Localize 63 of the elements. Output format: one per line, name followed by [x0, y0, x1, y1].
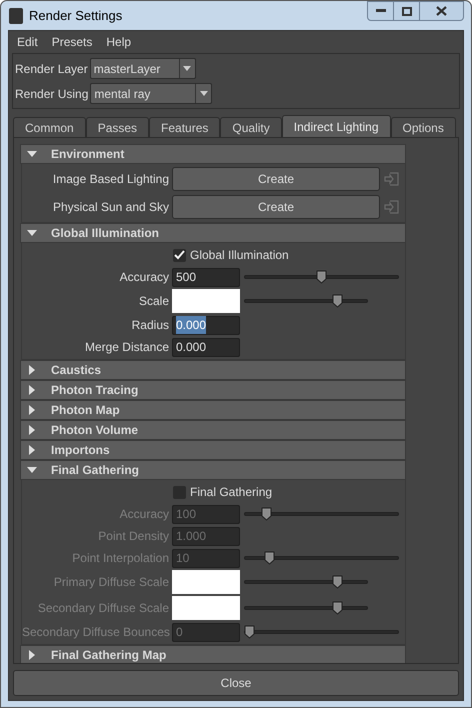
field-label: Physical Sun and Sky	[52, 199, 170, 216]
field-label: Point Density	[97, 528, 170, 545]
field-label: Image Based Lighting	[52, 171, 170, 188]
number-field[interactable]: 0.000	[172, 338, 240, 356]
create-button[interactable]: Create	[172, 167, 380, 191]
section-header[interactable]: Global Illumination	[20, 223, 406, 243]
slider-thumb[interactable]	[316, 270, 327, 284]
color-swatch[interactable]	[172, 570, 240, 594]
section-header[interactable]: Caustics	[20, 360, 406, 380]
checkbox-label: Global Illumination	[190, 247, 289, 264]
dropdown[interactable]: mental ray	[90, 83, 212, 104]
menu-item[interactable]: Presets	[52, 33, 92, 51]
number-field[interactable]: 0.000	[172, 316, 240, 334]
number-field[interactable]: 500	[172, 268, 240, 286]
create-button[interactable]: Create	[172, 195, 380, 219]
section-header[interactable]: Final Gathering	[20, 460, 406, 480]
field-label: Radius	[130, 317, 170, 334]
menu-item[interactable]: Help	[106, 33, 132, 51]
section-header[interactable]: Photon Tracing	[20, 380, 406, 400]
field-label: Secondary Diffuse Scale	[36, 600, 170, 617]
section-header[interactable]: Importons	[20, 440, 406, 460]
caret-right-icon	[27, 650, 37, 660]
tab[interactable]: Common	[13, 117, 86, 137]
maximize-button[interactable]	[394, 1, 420, 21]
checkbox-label: Final Gathering	[190, 484, 272, 501]
dropdown-arrow-icon	[183, 66, 192, 71]
window-title: Render Settings	[29, 6, 122, 25]
field-label: Accuracy	[118, 269, 170, 286]
field-label: Scale	[138, 293, 170, 310]
caret-down-icon	[27, 149, 37, 159]
tab[interactable]: Quality	[220, 117, 282, 137]
minimize-icon	[376, 9, 386, 13]
checkbox[interactable]	[173, 248, 186, 262]
menu-item[interactable]: Edit	[17, 33, 38, 51]
caret-down-icon	[27, 465, 37, 475]
dropdown-label: Render Layer	[15, 60, 88, 78]
dropdown[interactable]: masterLayer	[90, 58, 196, 79]
color-swatch[interactable]	[172, 289, 240, 313]
close-icon	[436, 6, 447, 16]
dropdown-label: Render Using	[15, 86, 88, 102]
app-icon	[9, 8, 23, 24]
tab[interactable]: Features	[149, 117, 220, 137]
section-header[interactable]: Environment	[20, 144, 406, 164]
field-label: Accuracy	[118, 506, 170, 523]
minimize-button[interactable]	[367, 1, 394, 21]
caret-down-icon	[27, 228, 37, 238]
section-header[interactable]: Final Gathering Map	[20, 645, 406, 663]
dropdown-arrow-icon	[200, 91, 208, 96]
section-header[interactable]: Photon Map	[20, 400, 406, 420]
field-label: Primary Diffuse Scale	[52, 574, 170, 591]
tab[interactable]: Passes	[86, 117, 150, 137]
field-label: Point Interpolation	[71, 550, 170, 567]
field-label: Merge Distance	[84, 339, 170, 356]
close-button[interactable]: Close	[13, 670, 459, 696]
window-close-button[interactable]	[420, 1, 464, 21]
field-label: Secondary Diffuse Bounces	[22, 624, 171, 641]
section-header[interactable]: Photon Volume	[20, 420, 406, 440]
slider-thumb[interactable]	[332, 294, 344, 308]
maximize-icon	[402, 6, 412, 16]
tab[interactable]: Options	[390, 117, 456, 137]
checkbox[interactable]	[173, 486, 186, 498]
tab[interactable]: Indirect Lighting	[282, 115, 390, 137]
color-swatch[interactable]	[172, 596, 240, 620]
